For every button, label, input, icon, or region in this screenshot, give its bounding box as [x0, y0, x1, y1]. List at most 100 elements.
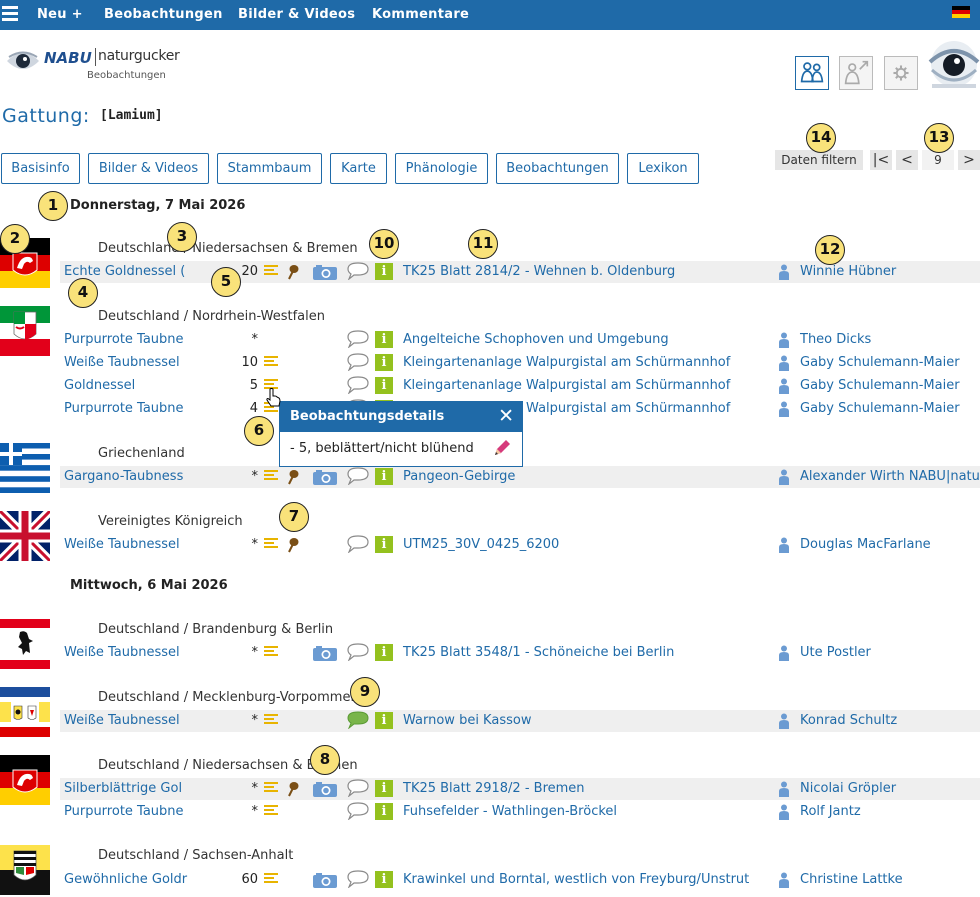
tab-images-videos[interactable]: Bilder & Videos [88, 153, 209, 184]
species-link[interactable]: Goldnessel [64, 378, 188, 393]
observer-link[interactable]: Rolf Jantz [800, 804, 861, 819]
nav-images-videos[interactable]: Bilder & Videos [238, 7, 355, 22]
info-icon[interactable]: i [375, 377, 393, 394]
german-flag-icon[interactable] [952, 6, 970, 18]
observer-link[interactable]: Winnie Hübner [800, 264, 896, 279]
comment-icon[interactable] [346, 353, 370, 371]
comment-icon[interactable] [346, 643, 370, 661]
location-link[interactable]: Kleingartenanlage Walpurgistal am Schürm… [403, 378, 730, 393]
info-icon[interactable]: i [375, 803, 393, 820]
observer-link[interactable]: Alexander Wirth NABU|naturgucker [800, 469, 980, 484]
camera-icon[interactable] [312, 781, 338, 798]
tab-observations[interactable]: Beobachtungen [496, 153, 619, 184]
comment-icon[interactable] [346, 802, 370, 820]
tab-stammbaum[interactable]: Stammbaum [217, 153, 322, 184]
observation-row[interactable]: Gewöhnliche Goldr 60 i Krawinkel und Bornta… [60, 869, 980, 891]
comment-icon[interactable] [346, 711, 370, 729]
camera-icon[interactable] [312, 645, 338, 662]
pager-prev-button[interactable]: < [896, 150, 918, 170]
observation-row[interactable]: Weiße Taubnessel 10 i Kleingartenanlage Wal… [60, 352, 980, 374]
observation-row[interactable]: Silberblättrige Gol * i TK25 Blatt 2918/2 -… [60, 778, 980, 800]
location-link[interactable]: UTM25_30V_0425_6200 [403, 537, 559, 552]
pager-page-number[interactable]: 9 [922, 150, 954, 170]
pin-icon[interactable] [286, 469, 300, 485]
species-link[interactable]: Silberblättrige Gol [64, 781, 188, 796]
observation-row[interactable]: Weiße Taubnessel * i TK25 Blatt 3548/1 - Sc… [60, 642, 980, 664]
observer-link[interactable]: Theo Dicks [800, 332, 871, 347]
list-icon[interactable] [264, 782, 278, 795]
location-link[interactable]: TK25 Blatt 2918/2 - Bremen [403, 781, 585, 796]
species-link[interactable]: Purpurrote Taubne [64, 401, 188, 416]
comment-icon[interactable] [346, 535, 370, 553]
list-icon[interactable] [264, 805, 278, 818]
species-link[interactable]: Weiße Taubnessel [64, 355, 188, 370]
info-icon[interactable]: i [375, 712, 393, 729]
info-icon[interactable]: i [375, 780, 393, 797]
observation-row[interactable]: Purpurrote Taubne * i Angelteiche Schophove… [60, 329, 980, 351]
species-link[interactable]: Weiße Taubnessel [64, 645, 188, 660]
info-icon[interactable]: i [375, 331, 393, 348]
camera-icon[interactable] [312, 872, 338, 889]
menu-icon[interactable] [2, 6, 18, 22]
info-icon[interactable]: i [375, 468, 393, 485]
species-link[interactable]: Purpurrote Taubne [64, 332, 188, 347]
location-link[interactable]: Warnow bei Kassow [403, 713, 531, 728]
pencil-icon[interactable] [492, 438, 512, 458]
location-link[interactable]: TK25 Blatt 3548/1 - Schöneiche bei Berli… [403, 645, 674, 660]
comment-icon[interactable] [346, 779, 370, 797]
list-icon[interactable] [264, 470, 278, 483]
close-icon[interactable]: ✕ [498, 405, 514, 427]
info-icon[interactable]: i [375, 536, 393, 553]
observation-row[interactable]: Echte Goldnessel (20 i TK25 Blatt 2814/2 -… [60, 261, 980, 283]
comment-icon[interactable] [346, 330, 370, 348]
species-link[interactable]: Gewöhnliche Goldr [64, 872, 188, 887]
logo[interactable]: NABU naturgucker Beobachtungen [6, 42, 180, 86]
info-icon[interactable]: i [375, 354, 393, 371]
comment-icon[interactable] [346, 870, 370, 888]
info-icon[interactable]: i [375, 644, 393, 661]
tab-phenology[interactable]: Phänologie [395, 153, 488, 184]
location-link[interactable]: TK25 Blatt 2814/2 - Wehnen b. Oldenburg [403, 264, 675, 279]
observation-row[interactable]: Purpurrote Taubne * i Fuhsefelder - Wathlin… [60, 801, 980, 823]
users-icon[interactable] [795, 56, 829, 90]
pager-next-button[interactable]: > [958, 150, 980, 170]
species-link[interactable]: Weiße Taubnessel [64, 537, 188, 552]
observer-link[interactable]: Douglas MacFarlane [800, 537, 931, 552]
share-icon[interactable] [839, 56, 873, 90]
pin-icon[interactable] [286, 537, 300, 553]
pin-icon[interactable] [286, 781, 300, 797]
species-link[interactable]: Echte Goldnessel ( [64, 264, 188, 279]
observation-row[interactable]: Weiße Taubnessel * i UTM25_30V_0425_6200 Dou… [60, 534, 980, 556]
observer-link[interactable]: Gaby Schulemann-Maier [800, 401, 960, 416]
pin-icon[interactable] [286, 264, 300, 280]
list-icon[interactable] [264, 538, 278, 551]
nav-comments[interactable]: Kommentare [372, 7, 469, 22]
observer-link[interactable]: Gaby Schulemann-Maier [800, 378, 960, 393]
observer-link[interactable]: Konrad Schultz [800, 713, 897, 728]
filter-data-button[interactable]: Daten filtern [775, 150, 863, 170]
nav-observations[interactable]: Beobachtungen [104, 7, 223, 22]
list-icon[interactable] [264, 714, 278, 727]
nav-new[interactable]: Neu + [37, 7, 83, 22]
observer-link[interactable]: Nicolai Gröpler [800, 781, 896, 796]
info-icon[interactable]: i [375, 871, 393, 888]
camera-icon[interactable] [312, 469, 338, 486]
tab-basisinfo[interactable]: Basisinfo [1, 153, 80, 184]
list-icon[interactable] [264, 873, 278, 886]
tab-lexikon[interactable]: Lexikon [627, 153, 699, 184]
species-link[interactable]: Gargano-Taubness [64, 469, 188, 484]
naturgucker-eye-icon[interactable] [928, 40, 980, 92]
tab-map[interactable]: Karte [330, 153, 387, 184]
species-link[interactable]: Purpurrote Taubne [64, 804, 188, 819]
comment-icon[interactable] [346, 262, 370, 280]
observer-link[interactable]: Christine Lattke [800, 872, 903, 887]
location-link[interactable]: Krawinkel und Borntal, westlich von Frey… [403, 872, 749, 887]
observation-row[interactable]: Goldnessel 5 i Kleingartenanlage Walpurgist… [60, 375, 980, 397]
observation-row[interactable]: Gargano-Taubness * i Pangeon-Gebirge Alexand… [60, 466, 980, 488]
comment-icon[interactable] [346, 467, 370, 485]
info-icon[interactable]: i [375, 263, 393, 280]
observer-link[interactable]: Ute Postler [800, 645, 871, 660]
pager-first-button[interactable]: |< [870, 150, 892, 170]
comment-icon[interactable] [346, 376, 370, 394]
location-link[interactable]: Angelteiche Schophoven und Umgebung [403, 332, 669, 347]
